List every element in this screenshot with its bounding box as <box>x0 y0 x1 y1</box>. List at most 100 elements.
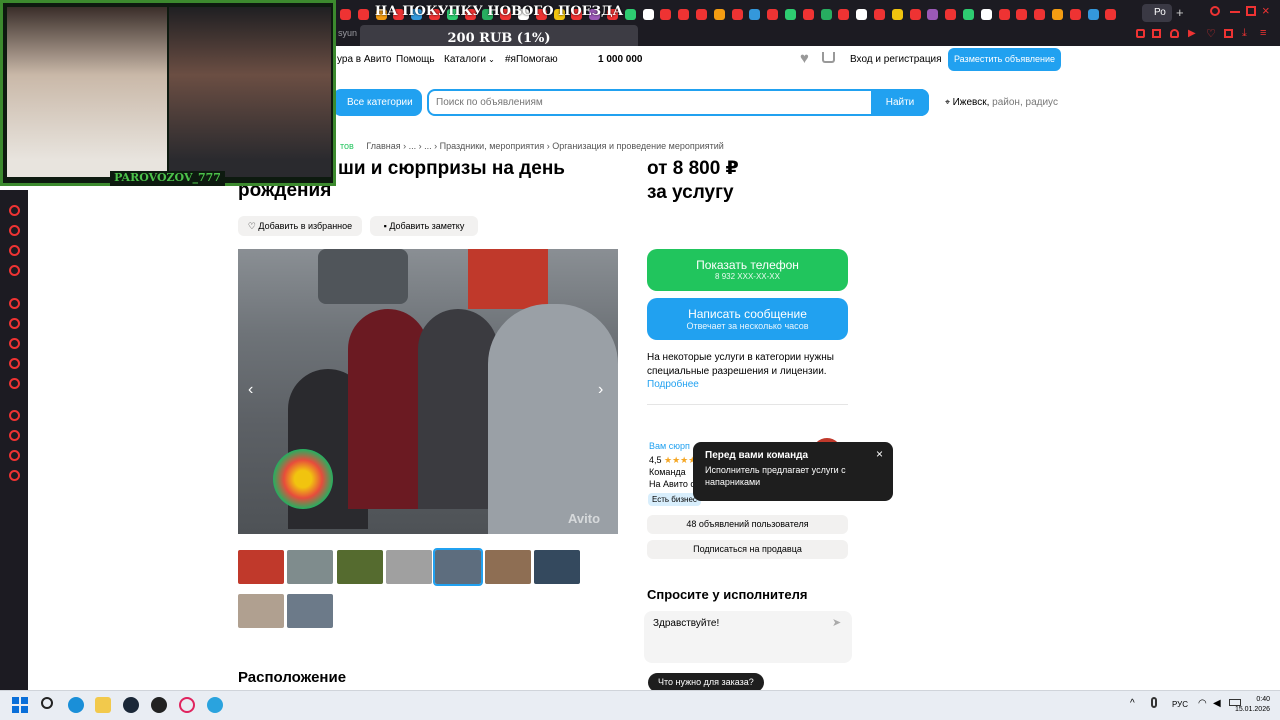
minimize-icon[interactable] <box>1230 11 1240 13</box>
sidebar-app-icon[interactable] <box>9 338 20 349</box>
nav-link-catalogs[interactable]: Каталоги ⌄ <box>444 54 495 65</box>
sidebar-app-icon[interactable] <box>9 450 20 461</box>
sidebar-app-icon[interactable] <box>9 410 20 421</box>
breadcrumb-ellipsis-2[interactable]: ... <box>424 141 432 151</box>
browser-tab[interactable] <box>713 9 725 20</box>
photo-thumbnail[interactable] <box>238 550 284 584</box>
sidebar-app-icon[interactable] <box>9 430 20 441</box>
wifi-icon[interactable]: ◠ <box>1198 698 1207 709</box>
cart-icon[interactable] <box>822 52 835 63</box>
shield-icon[interactable] <box>1170 29 1179 38</box>
breadcrumb-subcategory[interactable]: Организация и проведение мероприятий <box>552 141 724 151</box>
browser-tab[interactable] <box>838 9 850 20</box>
browser-tab[interactable] <box>856 9 868 20</box>
photo-thumbnail[interactable] <box>238 594 284 628</box>
browser-tab[interactable] <box>767 9 779 20</box>
search-input[interactable] <box>432 93 864 112</box>
browser-tab[interactable] <box>678 9 690 20</box>
location-selector[interactable]: ⌖ Ижевск, район, радиус <box>945 97 1058 108</box>
browser-tab[interactable] <box>660 9 672 20</box>
browser-tab[interactable] <box>749 9 761 20</box>
tooltip-close-icon[interactable]: × <box>876 447 883 461</box>
clock[interactable]: 0:40 15.01.2026 <box>1230 695 1270 715</box>
browser-tab[interactable] <box>731 9 743 20</box>
browser-tab[interactable] <box>642 9 654 20</box>
breadcrumb-ellipsis-1[interactable]: ... <box>409 141 417 151</box>
photo-thumbnail[interactable] <box>534 550 580 584</box>
photo-thumbnail[interactable] <box>386 550 432 584</box>
browser-tab[interactable] <box>820 9 832 20</box>
breadcrumb-partial[interactable]: тов <box>340 141 354 151</box>
login-link[interactable]: Вход и регистрация <box>850 54 942 65</box>
explorer-icon[interactable] <box>95 697 111 713</box>
browser-tab[interactable] <box>1052 9 1063 20</box>
next-photo-arrow-icon[interactable]: › <box>598 381 603 399</box>
microphone-icon[interactable] <box>1151 697 1157 708</box>
breadcrumb-home[interactable]: Главная <box>366 141 400 151</box>
photo-thumbnail[interactable] <box>337 550 383 584</box>
new-tab-button[interactable]: + <box>1176 5 1184 20</box>
taskbar-search-icon[interactable] <box>41 697 53 709</box>
address-fragment[interactable]: syun <box>338 28 357 38</box>
browser-tab[interactable] <box>1087 9 1099 20</box>
ask-message-text[interactable]: Здравствуйте! <box>653 618 719 629</box>
close-window-icon[interactable]: × <box>1262 3 1270 18</box>
play-icon[interactable]: ▶ <box>1188 28 1196 39</box>
heart-icon[interactable]: ♡ <box>1206 27 1216 40</box>
menu-icon[interactable]: ≡ <box>1260 27 1266 39</box>
browser-tab[interactable] <box>1016 9 1028 20</box>
browser-tab[interactable] <box>1105 9 1117 20</box>
send-icon[interactable]: ➤ <box>832 616 841 629</box>
write-message-button[interactable]: Написать сообщение Отвечает за несколько… <box>647 298 848 340</box>
browser-tab[interactable] <box>945 9 957 20</box>
nav-link-avito[interactable]: ура в Авито <box>337 54 391 65</box>
all-categories-button[interactable]: Все категории <box>333 89 422 116</box>
browser-tab[interactable] <box>802 9 814 20</box>
edge-icon[interactable] <box>68 697 84 713</box>
browser-tab[interactable] <box>874 9 885 20</box>
photo-thumbnail[interactable] <box>287 594 333 628</box>
opera-icon[interactable] <box>179 697 195 713</box>
photo-thumbnail[interactable] <box>287 550 333 584</box>
box-icon[interactable] <box>1224 29 1233 38</box>
volume-icon[interactable]: ◀ <box>1213 698 1221 709</box>
active-tab[interactable]: Ро <box>1142 4 1172 22</box>
seller-listings-button[interactable]: 48 объявлений пользователя <box>647 515 848 534</box>
post-ad-button[interactable]: Разместить объявление <box>948 48 1061 71</box>
add-favorite-button[interactable]: ♡ Добавить в избранное <box>238 216 362 236</box>
sidebar-app-icon[interactable] <box>9 358 20 369</box>
keyboard-language[interactable]: РУС <box>1172 700 1188 709</box>
browser-tab[interactable] <box>891 9 903 20</box>
subscribe-seller-button[interactable]: Подписаться на продавца <box>647 540 848 559</box>
add-note-button[interactable]: ▪ Добавить заметку <box>370 216 478 236</box>
seller-name[interactable]: Вам сюрп <box>649 441 690 451</box>
favorites-heart-icon[interactable]: ♥ <box>800 50 809 67</box>
start-button[interactable] <box>12 697 28 713</box>
obs-icon[interactable] <box>151 697 167 713</box>
sidebar-app-icon[interactable] <box>9 205 20 216</box>
photo-thumbnail[interactable] <box>485 550 531 584</box>
breadcrumb-category[interactable]: Праздники, мероприятия <box>440 141 545 151</box>
nav-link-help[interactable]: Помощь <box>396 54 435 65</box>
browser-tab[interactable] <box>998 9 1010 20</box>
show-phone-button[interactable]: Показать телефон 8 932 XXX-XX-XX <box>647 249 848 291</box>
sidebar-app-icon[interactable] <box>9 318 20 329</box>
tray-chevron-icon[interactable]: ^ <box>1130 698 1135 709</box>
browser-tab[interactable] <box>980 9 992 20</box>
nav-link-helping[interactable]: #яПомогаю <box>505 54 558 65</box>
search-submit-button[interactable]: Найти <box>871 89 929 116</box>
main-photo[interactable]: › ‹ Avito <box>238 249 618 534</box>
license-more-link[interactable]: Подробнее <box>647 379 699 390</box>
browser-tab[interactable] <box>1034 9 1046 20</box>
sidebar-app-icon[interactable] <box>9 470 20 481</box>
sidebar-app-icon[interactable] <box>9 298 20 309</box>
browser-tab[interactable] <box>785 9 796 20</box>
search-icon[interactable] <box>1210 6 1220 16</box>
pin-icon[interactable] <box>1136 29 1145 38</box>
browser-tab[interactable] <box>963 9 974 20</box>
screenshot-icon[interactable] <box>1152 29 1161 38</box>
telegram-icon[interactable] <box>207 697 223 713</box>
sidebar-app-icon[interactable] <box>9 378 20 389</box>
maximize-icon[interactable] <box>1246 6 1256 16</box>
prev-photo-arrow-icon[interactable]: ‹ <box>248 381 253 399</box>
